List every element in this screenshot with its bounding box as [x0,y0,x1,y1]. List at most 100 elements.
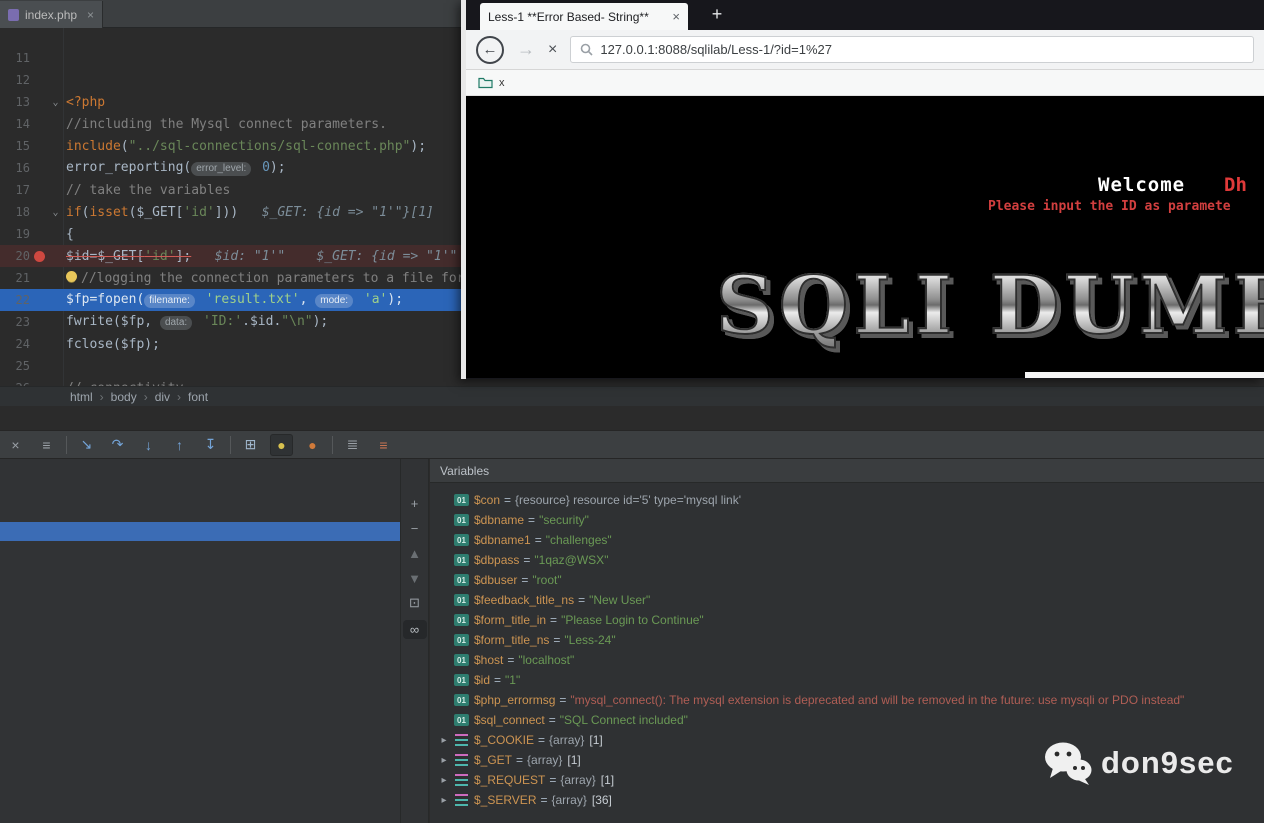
evaluate-expression-icon[interactable]: ⊞ [239,434,262,456]
show-execution-point-icon[interactable]: ↘ [75,434,98,456]
frames-selected-row[interactable] [0,522,400,541]
equals-sign: = [548,713,556,727]
layout-icon[interactable]: ≡ [372,434,395,456]
line-number[interactable]: 13 [0,95,30,109]
variable-name: $dbname1 [474,533,531,547]
code-segment: "../sql-connections/sql-connect.php" [128,138,411,154]
move-down-icon[interactable]: ▼ [405,570,425,586]
expand-chevron-icon[interactable]: ▸ [436,795,452,806]
variable-row[interactable]: 01 $sql_connect = "SQL Connect included" [430,710,1264,730]
breadcrumb-separator-icon: › [177,389,182,404]
breadcrumb-separator-icon: › [143,389,148,404]
line-number[interactable]: 16 [0,161,30,175]
menu-icon[interactable]: ≡ [35,434,58,456]
line-number[interactable]: 23 [0,315,30,329]
run-to-cursor-icon[interactable]: ↧ [199,434,222,456]
variable-row[interactable]: 01 $form_title_in = "Please Login to Contin… [430,610,1264,630]
fold-icon[interactable]: ⌄ [48,97,63,108]
breakpoint-icon[interactable] [33,250,45,262]
browser-tab[interactable]: Less-1 **Error Based- String** × [480,3,688,30]
code-segment: =fopen( [89,292,145,307]
variable-value: {resource} resource id='5' type='mysql l… [515,493,741,507]
back-button[interactable]: ← [476,35,504,64]
variable-row[interactable]: 01 $host = "localhost" [430,650,1264,670]
variable-row[interactable]: 01 $dbname1 = "challenges" [430,530,1264,550]
tab-close-icon[interactable]: × [87,8,94,22]
equals-sign: = [521,573,529,587]
code-segment: // take the variables [66,182,231,198]
tab-close-icon[interactable]: × [672,9,680,24]
variable-row[interactable]: 01 $id = "1" [430,670,1264,690]
bookmark-label[interactable]: x [499,77,505,89]
variable-row[interactable]: ▸ $_SERVER = {array} [36] [430,790,1264,810]
expand-chevron-icon[interactable]: ▸ [436,755,452,766]
show-watches-icon[interactable]: ∞ [402,620,427,639]
breakpoint-gutter[interactable] [30,250,48,262]
value-icon: 01 [454,714,469,726]
breadcrumb-item-font[interactable]: font [188,390,208,404]
variable-row[interactable]: 01 $feedback_title_ns = "New User" [430,590,1264,610]
tab-index-php[interactable]: index.php × [0,1,104,28]
view-breakpoints-icon[interactable]: ● [301,434,324,456]
threads-icon[interactable]: ≣ [341,434,364,456]
variable-row[interactable]: 01 $dbuser = "root" [430,570,1264,590]
variable-row[interactable]: 01 $php_errormsg = "mysql_connect(): The my… [430,690,1264,710]
variable-value: {array} [527,753,563,767]
browser-page: Welcome Dh Please input the ID as parame… [466,96,1264,378]
code-segment: $id [249,314,274,329]
step-out-icon[interactable]: ↑ [168,434,191,456]
stop-button[interactable]: × [548,41,557,59]
value-icon: 01 [454,514,469,526]
line-number[interactable]: 14 [0,117,30,131]
expand-chevron-icon[interactable]: ▸ [436,735,452,746]
remove-watch-icon[interactable]: − [405,520,425,536]
breadcrumb-item-html[interactable]: html [70,390,93,404]
frames-pane [0,459,400,823]
code-segment: ]; [175,248,192,264]
code-segment: $fp [120,314,145,329]
line-number[interactable]: 11 [0,51,30,65]
intention-bulb-icon[interactable] [66,270,77,282]
variable-row[interactable]: 01 $form_title_ns = "Less-24" [430,630,1264,650]
url-bar[interactable]: 127.0.0.1:8088/sqlilab/Less-1/?id=1%27 [570,36,1254,63]
value-icon: 01 [454,614,469,626]
forward-button[interactable]: → [517,39,535,60]
line-number[interactable]: 12 [0,73,30,87]
line-number[interactable]: 20 [0,249,30,263]
array-count: [36] [591,793,612,807]
breadcrumb-item-div[interactable]: div [155,390,170,404]
new-tab-button[interactable]: + [704,4,730,25]
move-up-icon[interactable]: ▲ [405,545,425,561]
line-number[interactable]: 17 [0,183,30,197]
line-number[interactable]: 21 [0,271,30,285]
code-segment: data: [159,316,193,330]
step-into-icon[interactable]: ↓ [137,434,160,456]
line-number[interactable]: 25 [0,359,30,373]
variable-name: $php_errormsg [474,693,556,707]
line-number[interactable]: 15 [0,139,30,153]
breadcrumb-item-body[interactable]: body [111,390,137,404]
code-segment: isset [89,204,129,220]
debug-side-toolbar: + − ▲ ▼ ⊡ ∞ [400,459,429,823]
line-number[interactable]: 22 [0,293,30,307]
welcome-text: Welcome [1098,174,1186,196]
breadcrumb-separator-icon: › [99,389,104,404]
code-segment: , [144,314,160,329]
line-number[interactable]: 19 [0,227,30,241]
code-segment: if [66,204,82,220]
line-number[interactable]: 24 [0,337,30,351]
bookmarks-folder-icon[interactable] [478,77,493,89]
close-icon[interactable]: × [4,434,27,456]
equals-sign: = [549,773,557,787]
variables-pane-header: Variables [430,459,1264,483]
add-watch-icon[interactable]: + [405,495,425,511]
variable-row[interactable]: 01 $dbpass = "1qaz@WSX" [430,550,1264,570]
fold-icon[interactable]: ⌄ [48,207,63,218]
expand-chevron-icon[interactable]: ▸ [436,775,452,786]
step-over-icon[interactable]: ↷ [106,434,129,456]
mute-breakpoints-icon[interactable]: ● [270,433,293,456]
duplicate-icon[interactable]: ⊡ [405,595,425,611]
variable-row[interactable]: 01 $dbname = "security" [430,510,1264,530]
line-number[interactable]: 18 [0,205,30,219]
variable-row[interactable]: 01 $con = {resource} resource id='5' type='… [430,490,1264,510]
